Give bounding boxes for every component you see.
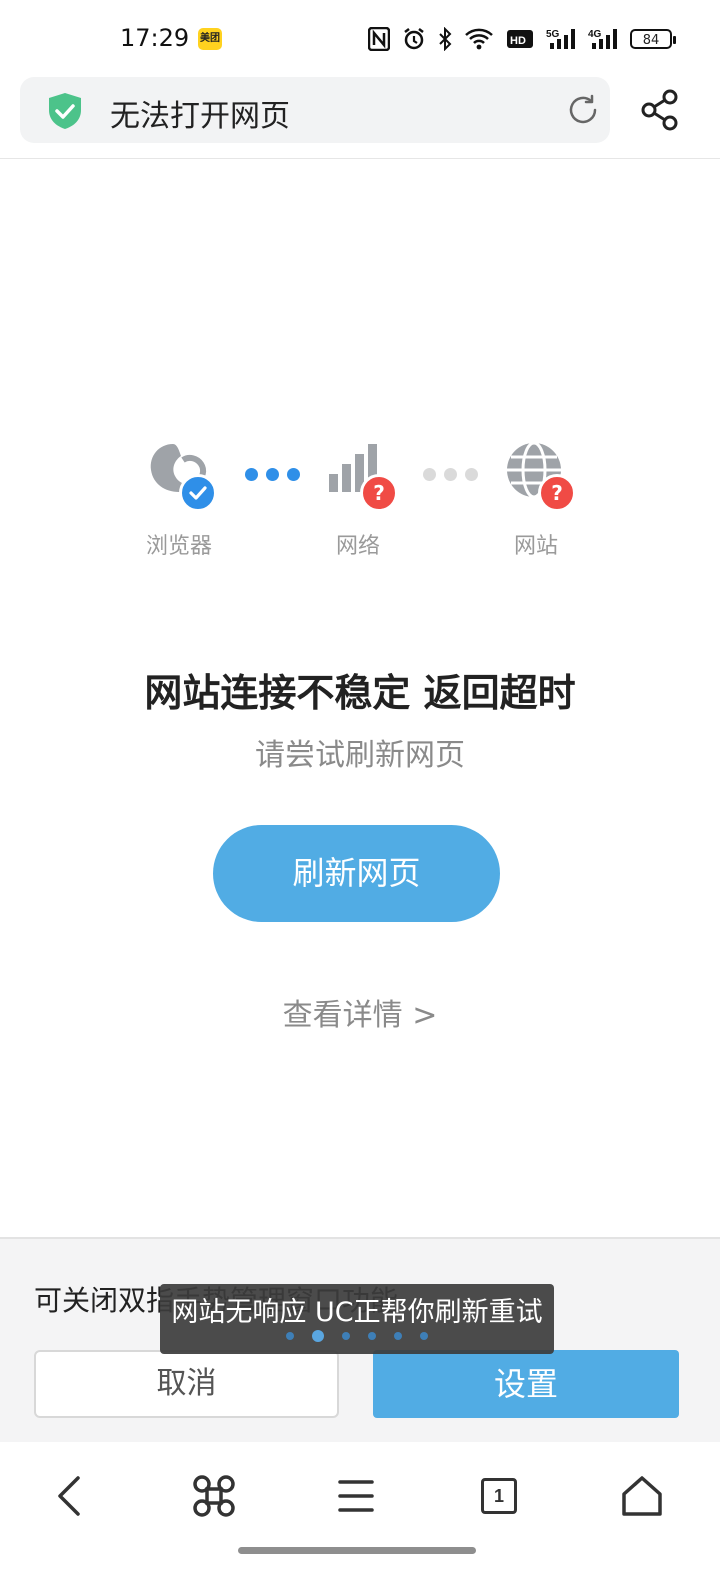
- status-bar: 17:29 美团 HD 5G 4G 84: [0, 0, 720, 80]
- refresh-page-button[interactable]: 刷新网页: [213, 825, 500, 922]
- home-indicator-bar[interactable]: [238, 1547, 476, 1554]
- svg-text:4G: 4G: [588, 29, 602, 40]
- network-signal-icon: ?: [320, 440, 398, 512]
- tabs-button[interactable]: 1: [469, 1466, 529, 1526]
- security-shield-icon[interactable]: [46, 91, 84, 131]
- signal-5g-icon: 5G: [546, 26, 576, 52]
- header-divider: [0, 158, 720, 159]
- reload-icon[interactable]: [566, 93, 600, 127]
- loading-dot: [420, 1332, 428, 1340]
- diag-network: ? 网络: [298, 440, 418, 560]
- alarm-icon: [402, 26, 426, 52]
- diag-label-network: 网络: [335, 534, 380, 559]
- command-icon: [193, 1475, 235, 1517]
- status-time: 17:29: [120, 24, 190, 52]
- loading-dot: [286, 1332, 294, 1340]
- loading-dot: [312, 1330, 324, 1342]
- bluetooth-icon: [438, 26, 452, 52]
- menu-button[interactable]: [326, 1466, 386, 1526]
- network-unknown-badge-icon: ?: [360, 474, 398, 512]
- toast-message: 网站无响应 UC正帮你刷新重试: [160, 1284, 554, 1354]
- error-headline: 网站连接不稳定 返回超时: [144, 671, 576, 715]
- connector-dot: [444, 468, 457, 481]
- bottom-navigation: 1: [0, 1442, 720, 1584]
- settings-button[interactable]: 设置: [373, 1350, 679, 1418]
- share-icon[interactable]: [640, 88, 680, 132]
- svg-text:5G: 5G: [546, 29, 560, 40]
- toast-loading-dots: [160, 1330, 554, 1342]
- back-button[interactable]: [40, 1466, 100, 1526]
- loading-dot: [342, 1332, 350, 1340]
- browser-icon: [141, 440, 217, 512]
- browser-ok-badge-icon: [179, 474, 217, 512]
- connector-dots-inactive: [423, 468, 478, 481]
- diag-browser: 浏览器: [119, 440, 239, 560]
- home-icon: [622, 1476, 662, 1516]
- menu-icon: [338, 1480, 374, 1512]
- error-subline: 请尝试刷新网页: [255, 738, 465, 773]
- loading-dot: [394, 1332, 402, 1340]
- back-arrow-icon: [58, 1476, 80, 1516]
- connector-dot: [423, 468, 436, 481]
- loading-dot: [368, 1332, 376, 1340]
- connector-dots-ok: [245, 468, 300, 481]
- cancel-button[interactable]: 取消: [34, 1350, 339, 1418]
- diag-website: ? 网站: [476, 440, 596, 560]
- svg-text:HD: HD: [510, 35, 526, 47]
- website-unknown-badge-icon: ?: [538, 474, 576, 512]
- home-button[interactable]: [612, 1466, 672, 1526]
- address-bar[interactable]: 无法打开网页: [20, 77, 610, 143]
- nfc-icon: [368, 26, 390, 52]
- status-icons: HD 5G 4G 84: [368, 26, 676, 52]
- signal-4g-icon: 4G: [588, 26, 618, 52]
- globe-icon: ?: [498, 440, 576, 512]
- hd-icon: HD: [506, 26, 534, 52]
- toast-text: 网站无响应 UC正帮你刷新重试: [171, 1297, 543, 1328]
- diagnostic-row: 浏览器 ? 网络 ? 网站: [0, 440, 720, 570]
- diag-label-browser: 浏览器: [145, 534, 212, 559]
- connector-dot: [245, 468, 258, 481]
- page-title[interactable]: 无法打开网页: [110, 91, 290, 135]
- connector-dot: [266, 468, 279, 481]
- tab-count-badge: 1: [481, 1478, 517, 1514]
- meituan-app-icon: 美团: [198, 28, 222, 50]
- wifi-icon: [464, 26, 494, 52]
- diag-label-website: 网站: [513, 534, 558, 559]
- battery-indicator: 84: [630, 29, 676, 49]
- gestures-button[interactable]: [184, 1466, 244, 1526]
- view-details-link[interactable]: 查看详情 >: [0, 990, 720, 1034]
